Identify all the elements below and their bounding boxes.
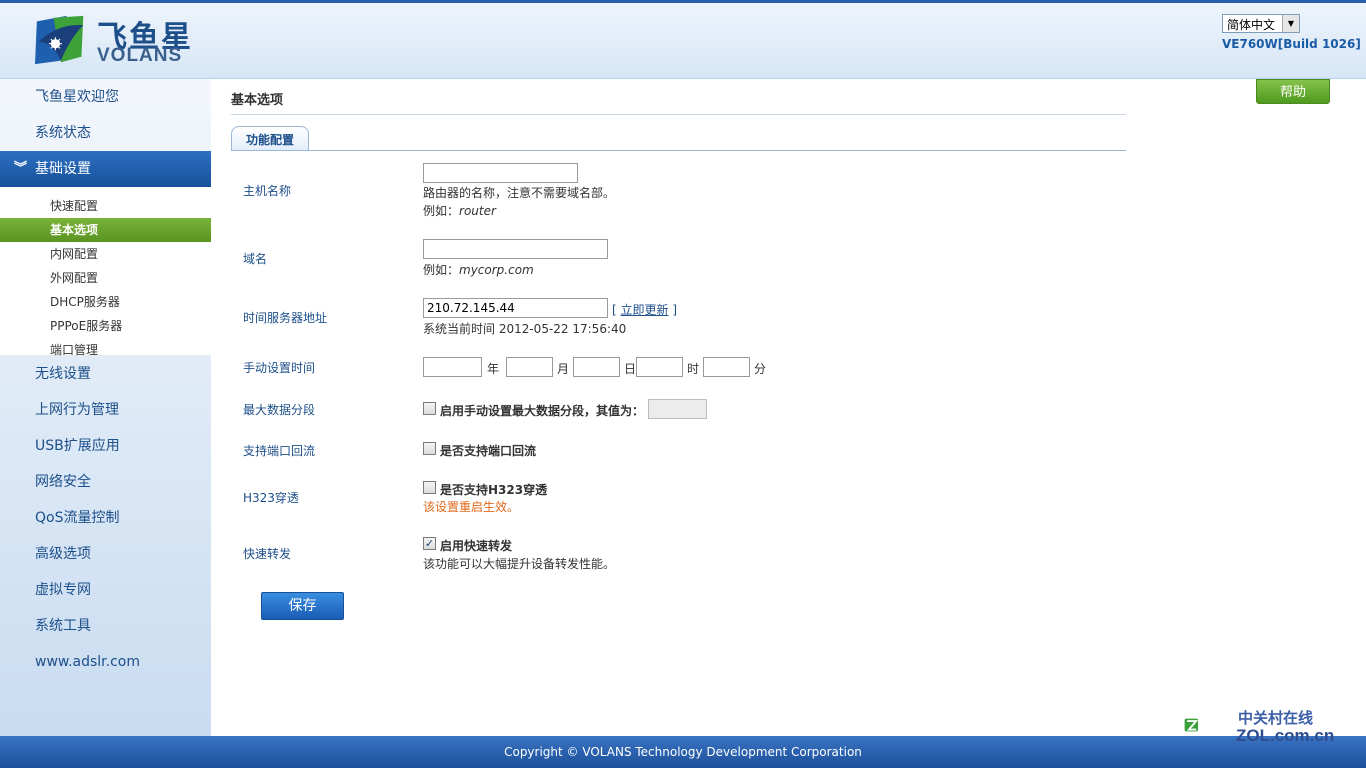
submenu-item-basic-options[interactable]: 基本选项: [0, 218, 211, 242]
example-value: mycorp.com: [459, 263, 534, 277]
loopback-checkbox-label: 是否支持端口回流: [440, 444, 537, 458]
h323-label: H323穿透: [243, 491, 299, 505]
sidebar-item-qos[interactable]: QoS流量控制: [0, 500, 211, 536]
domain-example: 例如：mycorp.com: [423, 261, 534, 278]
minute-unit: 分: [754, 362, 767, 376]
h323-checkbox-label: 是否支持H323穿透: [440, 483, 548, 497]
chevron-down-icon[interactable]: ▼: [1282, 15, 1299, 32]
fast-forward-label: 快速转发: [243, 547, 292, 561]
mss-checkbox-label: 启用手动设置最大数据分段，其值为：: [440, 404, 645, 418]
hour-unit: 时: [687, 362, 700, 376]
sidebar: 飞鱼星欢迎您 系统状态 ︾ 基础设置 快速配置 基本选项 内网配置 外网配置 D…: [0, 79, 211, 736]
mss-checkbox[interactable]: [423, 402, 436, 415]
tab-divider: [231, 150, 1126, 151]
submenu-item-lan-config[interactable]: 内网配置: [0, 242, 211, 266]
mss-label: 最大数据分段: [243, 403, 316, 417]
bracket-open: [: [612, 303, 617, 317]
current-time: 系统当前时间 2012-05-22 17:56:40: [423, 322, 627, 336]
example-prefix: 例如：: [423, 204, 460, 218]
sidebar-item-label: 基础设置: [35, 161, 91, 177]
sidebar-item-vpn[interactable]: 虚拟专网: [0, 572, 211, 608]
month-unit: 月: [557, 362, 570, 376]
divider: [231, 114, 1126, 115]
firmware-version: VE760W[Build 1026]: [1222, 37, 1361, 51]
h323-checkbox[interactable]: [423, 481, 436, 494]
day-input[interactable]: [573, 357, 620, 377]
bracket-close: ]: [672, 303, 678, 317]
page-title: 基本选项: [231, 93, 284, 108]
checkmark-icon: ✓: [424, 537, 435, 550]
watermark-text-cn: 中关村在线: [1238, 709, 1314, 727]
hostname-example: 例如：router: [423, 202, 496, 219]
h323-warning: 该设置重启生效。: [423, 500, 520, 514]
sidebar-item-usb[interactable]: USB扩展应用: [0, 428, 211, 464]
hour-input[interactable]: [636, 357, 683, 377]
manual-time-label: 手动设置时间: [243, 361, 316, 375]
double-chevron-down-icon: ︾: [14, 161, 28, 176]
language-select-value: 简体中文: [1227, 18, 1276, 32]
example-prefix: 例如：: [423, 263, 460, 277]
loopback-label: 支持端口回流: [243, 444, 316, 458]
header: [0, 3, 1366, 79]
year-input[interactable]: [423, 357, 482, 377]
sidebar-item-system-status[interactable]: 系统状态: [0, 115, 211, 151]
mss-value-input[interactable]: [648, 399, 707, 419]
sidebar-item-system-tools[interactable]: 系统工具: [0, 608, 211, 644]
tab-function-config[interactable]: 功能配置: [231, 126, 309, 150]
example-value: router: [459, 204, 496, 218]
basic-settings-submenu: 快速配置 基本选项 内网配置 外网配置 DHCP服务器 PPPoE服务器 端口管…: [0, 187, 211, 357]
submenu-item-pppoe-server[interactable]: PPPoE服务器: [0, 314, 211, 338]
fast-forward-checkbox[interactable]: ✓: [423, 537, 436, 550]
sidebar-item-wireless[interactable]: 无线设置: [0, 356, 211, 392]
sidebar-item-advanced[interactable]: 高级选项: [0, 536, 211, 572]
day-unit: 日: [624, 362, 637, 376]
language-select[interactable]: 简体中文 ▼: [1222, 14, 1300, 33]
footer-copyright: Copyright © VOLANS Technology Developmen…: [0, 736, 1366, 768]
update-now-wrapper: [ 立即更新 ]: [612, 301, 677, 318]
zol-watermark-icon: [1184, 718, 1199, 732]
hostname-label: 主机名称: [243, 184, 292, 198]
domain-input[interactable]: [423, 239, 608, 259]
minute-input[interactable]: [703, 357, 750, 377]
sidebar-item-welcome[interactable]: 飞鱼星欢迎您: [0, 79, 211, 115]
month-input[interactable]: [506, 357, 553, 377]
sidebar-item-security[interactable]: 网络安全: [0, 464, 211, 500]
sidebar-item-behavior-management[interactable]: 上网行为管理: [0, 392, 211, 428]
domain-label: 域名: [243, 252, 268, 266]
save-button[interactable]: 保存: [261, 592, 344, 620]
ntp-label: 时间服务器地址: [243, 311, 328, 325]
submenu-item-dhcp-server[interactable]: DHCP服务器: [0, 290, 211, 314]
brand-name-en: VOLANS: [97, 45, 183, 66]
sidebar-item-website-link[interactable]: www.adslr.com: [0, 644, 211, 680]
loopback-checkbox[interactable]: [423, 442, 436, 455]
submenu-item-wan-config[interactable]: 外网配置: [0, 266, 211, 290]
submenu-item-quick-config[interactable]: 快速配置: [0, 194, 211, 218]
watermark-text-en: ZOL.com.cn: [1236, 726, 1335, 745]
sidebar-item-basic-settings[interactable]: ︾ 基础设置: [0, 151, 211, 187]
help-button[interactable]: 帮助: [1256, 79, 1330, 104]
ntp-server-input[interactable]: [423, 298, 608, 318]
update-now-link[interactable]: 立即更新: [621, 303, 669, 317]
year-unit: 年: [487, 362, 500, 376]
fast-forward-hint: 该功能可以大幅提升设备转发性能。: [423, 557, 616, 571]
hostname-hint: 路由器的名称，注意不需要域名部。: [423, 186, 616, 200]
fast-forward-checkbox-label: 启用快速转发: [440, 539, 513, 553]
hostname-input[interactable]: [423, 163, 578, 183]
volans-logo-icon: [35, 15, 84, 65]
